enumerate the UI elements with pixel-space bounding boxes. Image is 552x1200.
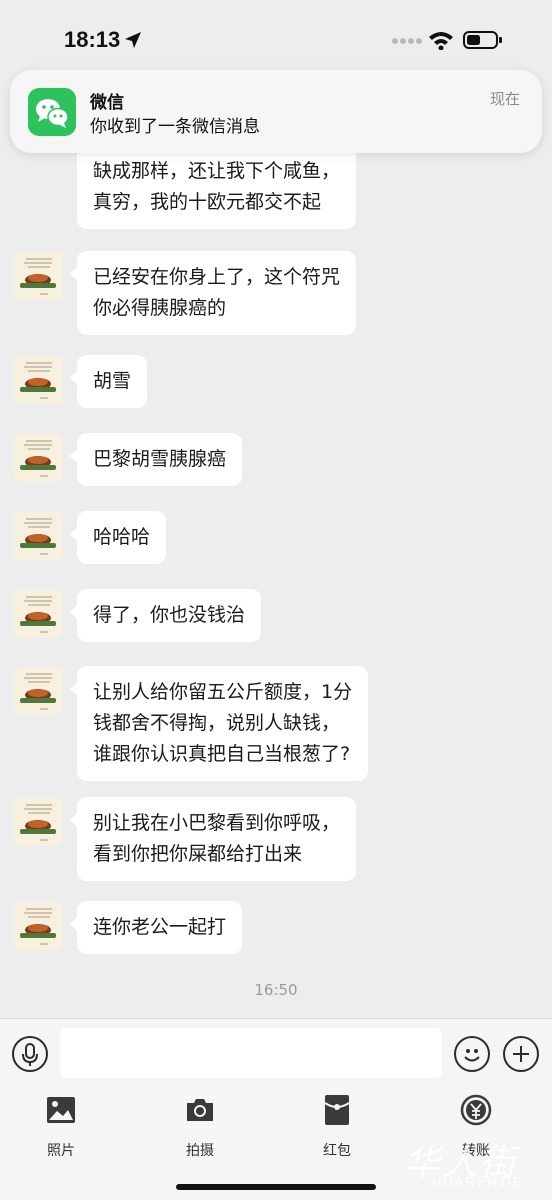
notification-message: 你收到了一条微信消息 bbox=[90, 117, 260, 137]
message-text: 谁跟你认识真把自己当根葱了? bbox=[93, 743, 351, 765]
message-text: 你必得胰腺癌的 bbox=[93, 297, 227, 319]
message-text: 缺成那样，还让我下个咸鱼， bbox=[93, 160, 341, 182]
avatar[interactable] bbox=[14, 356, 62, 404]
home-indicator[interactable] bbox=[176, 1184, 376, 1190]
message-text: 别让我在小巴黎看到你呼吸， bbox=[93, 812, 341, 834]
tool-photo[interactable]: 照片 bbox=[21, 1094, 101, 1159]
avatar[interactable] bbox=[14, 798, 62, 846]
tool-label: 红包 bbox=[323, 1143, 351, 1159]
message-text: 巴黎胡雪胰腺癌 bbox=[93, 448, 227, 470]
message-text: 看到你把你屎都给打出来 bbox=[93, 843, 303, 865]
notification-time: 现在 bbox=[489, 90, 520, 108]
location-arrow-icon bbox=[125, 32, 141, 48]
avatar-image bbox=[14, 667, 62, 715]
message-text: 让别人给你留五公斤额度，1分 bbox=[93, 681, 353, 703]
tool-camera[interactable]: 拍摄 bbox=[160, 1094, 240, 1159]
avatar-image bbox=[14, 902, 62, 950]
message-bubble[interactable]: 别让我在小巴黎看到你呼吸， 看到你把你屎都给打出来 bbox=[69, 797, 357, 881]
plus-icon bbox=[513, 1046, 529, 1062]
message-bubble[interactable]: 得了，你也没钱治 bbox=[69, 589, 262, 642]
input-bar bbox=[0, 1018, 552, 1086]
avatar-image bbox=[14, 356, 62, 404]
avatar-image bbox=[14, 590, 62, 638]
message-text: 已经安在你身上了，这个符咒 bbox=[93, 266, 341, 288]
transfer-icon bbox=[460, 1094, 492, 1126]
emoji-button[interactable] bbox=[454, 1036, 490, 1072]
avatar[interactable] bbox=[14, 902, 62, 950]
message-bubble[interactable]: 巴黎胡雪胰腺癌 bbox=[69, 433, 243, 486]
message-input[interactable] bbox=[60, 1028, 442, 1078]
avatar[interactable] bbox=[14, 434, 62, 482]
voice-button[interactable] bbox=[12, 1036, 48, 1072]
avatar[interactable] bbox=[14, 667, 62, 715]
signal-dots-icon bbox=[392, 38, 422, 44]
red-packet-icon bbox=[324, 1095, 350, 1125]
message-text: 钱都舍不得掏，说别人缺钱， bbox=[93, 712, 341, 734]
avatar-image bbox=[14, 434, 62, 482]
message-text: 得了，你也没钱治 bbox=[93, 604, 246, 626]
voice-icon bbox=[22, 1043, 38, 1066]
message-bubble[interactable]: 已经安在你身上了，这个符咒 你必得胰腺癌的 bbox=[69, 251, 357, 335]
message-text: 胡雪 bbox=[93, 370, 132, 392]
camera-icon bbox=[187, 1099, 213, 1121]
emoji-icon bbox=[464, 1049, 480, 1062]
message-text: 真穷，我的十欧元都交不起 bbox=[93, 191, 322, 213]
avatar[interactable] bbox=[14, 252, 62, 300]
message-text: 连你老公一起打 bbox=[93, 916, 227, 938]
time-divider: 16:50 bbox=[254, 981, 298, 999]
wechat-icon bbox=[28, 88, 76, 136]
avatar-image bbox=[14, 252, 62, 300]
notification-banner[interactable]: 微信 你收到了一条微信消息 现在 bbox=[10, 70, 542, 153]
avatar-image bbox=[14, 512, 62, 560]
message-bubble[interactable]: 哈哈哈 bbox=[69, 511, 167, 564]
avatar[interactable] bbox=[14, 512, 62, 560]
more-button[interactable] bbox=[503, 1036, 539, 1072]
avatar[interactable] bbox=[14, 590, 62, 638]
tool-label: 拍摄 bbox=[186, 1143, 214, 1159]
message-text: 哈哈哈 bbox=[93, 526, 151, 548]
status-bar: 18:13 bbox=[0, 0, 552, 70]
message-bubble[interactable]: 连你老公一起打 bbox=[69, 901, 243, 954]
wechat-chat-screen: 缺成那样，还让我下个咸鱼， 真穷，我的十欧元都交不起 已经安在你身上了，这个符咒… bbox=[0, 0, 552, 1200]
wifi-icon bbox=[429, 32, 453, 50]
notification-app-name: 微信 bbox=[90, 93, 124, 113]
tool-label: 照片 bbox=[47, 1143, 75, 1159]
status-time: 18:13 bbox=[64, 27, 121, 52]
battery-icon bbox=[463, 31, 502, 49]
message-bubble[interactable]: 胡雪 bbox=[69, 355, 148, 408]
tool-red-packet[interactable]: 红包 bbox=[297, 1094, 377, 1159]
message-bubble[interactable]: 让别人给你留五公斤额度，1分 钱都舍不得掏，说别人缺钱， 谁跟你认识真把自己当根… bbox=[69, 666, 369, 781]
avatar-image bbox=[14, 798, 62, 846]
photo-icon bbox=[47, 1097, 75, 1123]
watermark-english: HUARENJIE bbox=[432, 1174, 524, 1189]
